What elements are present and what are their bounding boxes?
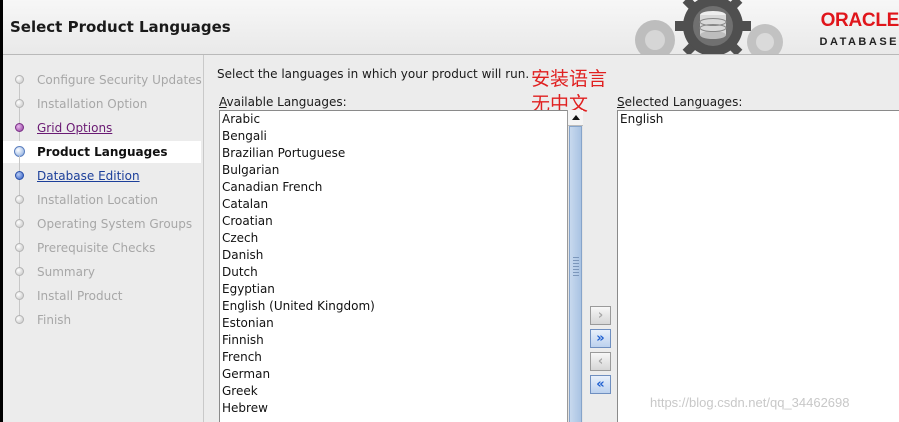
available-languages-list[interactable]: Arabic Bengali Brazilian Portuguese Bulg…	[219, 110, 583, 422]
list-item[interactable]: Danish	[220, 247, 582, 264]
logo-brand: ORACLE	[820, 10, 899, 31]
step-dot-icon	[15, 195, 24, 204]
selected-languages-list[interactable]: English	[617, 110, 899, 422]
step-dot-icon	[15, 99, 24, 108]
watermark-text: https://blog.csdn.net/qq_34462698	[650, 395, 850, 410]
list-item[interactable]: Arabic	[220, 111, 582, 128]
step-grid-options[interactable]: Grid Options	[3, 117, 201, 148]
list-item[interactable]: English	[618, 111, 899, 128]
available-languages-label: Available Languages:	[219, 95, 347, 109]
scrollbar-thumb[interactable]	[569, 126, 582, 422]
add-language-button[interactable]: ›	[590, 306, 611, 325]
list-item[interactable]: French	[220, 349, 582, 366]
step-label: Prerequisite Checks	[37, 241, 156, 255]
step-dot-icon	[15, 267, 24, 276]
instruction-text: Select the languages in which your produ…	[217, 67, 530, 81]
installer-window: Select Product Languages ORACLE DATABASE…	[3, 0, 899, 422]
step-label: Installation Option	[37, 97, 148, 111]
available-list-scrollbar[interactable]	[567, 110, 583, 422]
list-item[interactable]: Finnish	[220, 332, 582, 349]
list-item[interactable]: Catalan	[220, 196, 582, 213]
step-dot-icon	[15, 123, 24, 132]
oracle-logo: ORACLE DATABASE	[801, 10, 899, 49]
list-item[interactable]: Estonian	[220, 315, 582, 332]
page-title: Select Product Languages	[10, 18, 231, 36]
step-dot-icon	[15, 75, 24, 84]
list-item[interactable]: Dutch	[220, 264, 582, 281]
list-item[interactable]: Greek	[220, 383, 582, 400]
list-item[interactable]: Canadian French	[220, 179, 582, 196]
header-bar: Select Product Languages ORACLE DATABASE	[3, 0, 899, 55]
step-label: Installation Location	[37, 193, 159, 207]
step-dot-icon	[15, 243, 24, 252]
step-operating-system-groups: Operating System Groups	[3, 213, 201, 244]
step-label: Configure Security Updates	[37, 73, 202, 87]
main-panel: Select the languages in which your produ…	[204, 55, 899, 422]
step-label[interactable]: Grid Options	[37, 121, 112, 135]
list-item[interactable]: Bengali	[220, 128, 582, 145]
step-label: Product Languages	[37, 145, 168, 159]
list-item[interactable]: Brazilian Portuguese	[220, 145, 582, 162]
step-configure-security-updates: Configure Security Updates	[3, 69, 202, 100]
step-label: Finish	[37, 313, 72, 327]
annotation-line-1: 安装语言	[531, 68, 608, 90]
step-installation-location: Installation Location	[3, 189, 201, 220]
list-item[interactable]: Croatian	[220, 213, 582, 230]
remove-language-button[interactable]: ‹	[590, 352, 611, 371]
list-item[interactable]: German	[220, 366, 582, 383]
steps-sidebar: Configure Security Updates Installation …	[3, 55, 204, 422]
step-label: Install Product	[37, 289, 123, 303]
list-item[interactable]: Bulgarian	[220, 162, 582, 179]
step-product-languages: Product Languages	[3, 141, 201, 172]
step-finish: Finish	[3, 309, 201, 331]
step-installation-option: Installation Option	[3, 93, 201, 124]
logo-product: DATABASE	[819, 36, 899, 48]
step-dot-icon	[15, 291, 24, 300]
step-label[interactable]: Database Edition	[37, 169, 140, 183]
step-database-edition[interactable]: Database Edition	[3, 165, 201, 196]
list-item[interactable]: Hebrew	[220, 400, 582, 417]
gears-graphic	[635, 0, 783, 54]
list-item[interactable]: Czech	[220, 230, 582, 247]
step-dot-icon	[15, 315, 24, 324]
list-item[interactable]: English (United Kingdom)	[220, 298, 582, 315]
step-summary: Summary	[3, 261, 201, 292]
add-all-languages-button[interactable]: »	[590, 329, 611, 348]
step-dot-icon	[15, 219, 24, 228]
step-install-product: Install Product	[3, 285, 201, 316]
selected-languages-label: Selected Languages:	[617, 95, 743, 109]
remove-all-languages-button[interactable]: «	[590, 375, 611, 394]
step-label: Summary	[37, 265, 95, 279]
list-item[interactable]: Egyptian	[220, 281, 582, 298]
step-dot-icon	[15, 171, 24, 180]
step-prerequisite-checks: Prerequisite Checks	[3, 237, 201, 268]
step-label: Operating System Groups	[37, 217, 193, 231]
scroll-up-arrow-icon[interactable]	[568, 110, 583, 126]
